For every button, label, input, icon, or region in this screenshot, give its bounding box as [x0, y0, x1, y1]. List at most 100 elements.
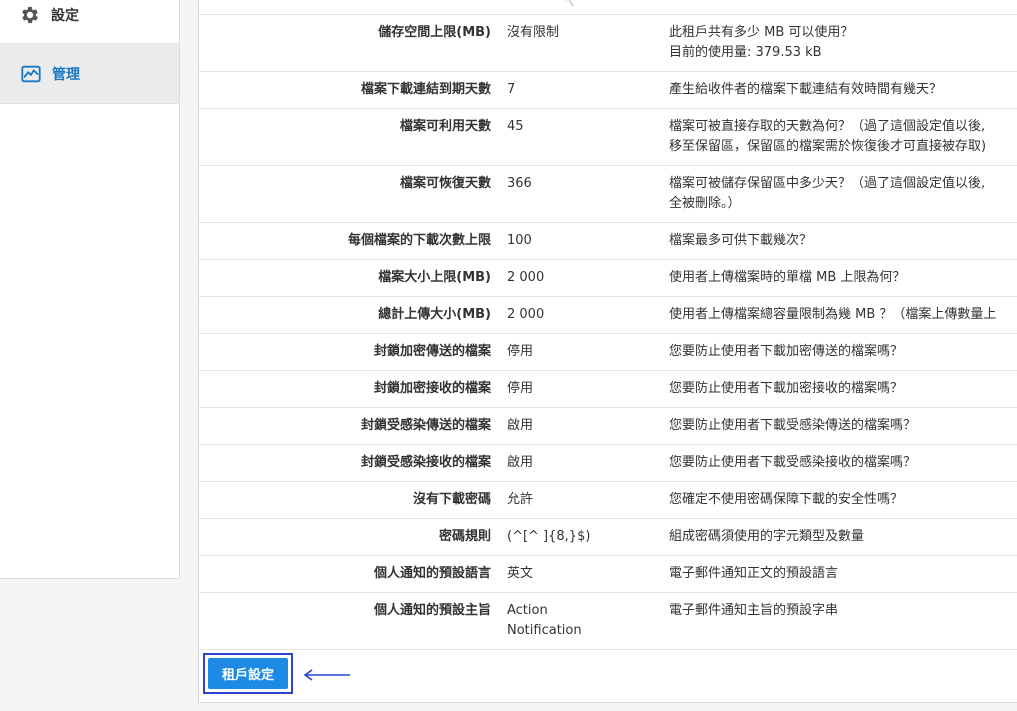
arrow-left-icon	[303, 669, 350, 681]
gear-icon	[19, 4, 41, 26]
setting-description-line: 您確定不使用密碼保障下載的安全性嗎？	[669, 492, 904, 507]
table-row: 檔案下載連結到期天數 7 產生給收件者的檔案下載連結有效時間有幾天？	[199, 71, 1017, 109]
table-row: 密碼規則 (^[^ ]{8,}$) 組成密碼須使用的字元類型及數量	[199, 518, 1017, 556]
setting-value-line: 停用	[507, 381, 534, 396]
setting-description: 產生給收件者的檔案下載連結有效時間有幾天？	[669, 71, 1017, 109]
setting-description-line: 使用者上傳檔案總容量限制為幾 MB ？（檔案上傳數量上	[669, 307, 997, 322]
setting-description-line: 全被刪除。）	[669, 196, 741, 211]
table-row: 封鎖加密傳送的檔案 停用 您要防止使用者下載加密傳送的檔案嗎？	[199, 333, 1017, 371]
table-row: 檔案可恢復天數 366 檔案可被儲存保留區中多少天？（過了這個設定值以後, 全被刪除。…	[199, 165, 1017, 223]
setting-value: 2 000	[507, 296, 669, 334]
setting-value-line: 7	[507, 82, 516, 97]
setting-value-line: 沒有限制	[507, 25, 560, 40]
setting-description: 組成密碼須使用的字元類型及數量	[669, 518, 1017, 556]
setting-description-line: 目前的使用量: 379.53 kB	[669, 45, 822, 60]
setting-description: 檔案可被直接存取的天數為何？（過了這個設定值以後, 移至保留區，保留區的檔案需於恢…	[669, 108, 1017, 166]
sidebar-item-settings[interactable]: 設定	[0, 0, 179, 44]
sidebar-item-label: 設定	[51, 7, 79, 24]
setting-value: 停用	[507, 370, 669, 408]
highlight-box: 租戶設定	[203, 653, 293, 694]
setting-description-line: 您要防止使用者下載加密接收的檔案嗎？	[669, 381, 904, 396]
setting-value: 允許	[507, 481, 669, 519]
setting-name: 封鎖受感染傳送的檔案	[199, 407, 507, 445]
setting-value-line: 停用	[507, 344, 534, 359]
setting-name: 沒有下載密碼	[199, 481, 507, 519]
setting-description-line: 移至保留區，保留區的檔案需於恢復後才可直接被存取)	[669, 139, 987, 154]
setting-name: 個人通知的預設語言	[199, 555, 507, 593]
setting-value: 英文	[507, 555, 669, 593]
setting-value-line: Action	[507, 603, 548, 618]
setting-description: 使用者上傳檔案時的單檔 MB 上限為何？	[669, 259, 1017, 297]
top-strip: ㄟ	[199, 0, 1017, 15]
setting-value-line: 允許	[507, 492, 534, 507]
setting-value: 45	[507, 108, 669, 166]
table-row: 檔案大小上限(MB) 2 000 使用者上傳檔案時的單檔 MB 上限為何？	[199, 259, 1017, 297]
setting-description-line: 電子郵件通知主旨的預設字串	[669, 603, 839, 618]
setting-description-line: 您要防止使用者下載受感染傳送的檔案嗎？	[669, 418, 917, 433]
sidebar-item-label: 管理	[52, 66, 80, 83]
setting-name: 個人通知的預設主旨	[199, 592, 507, 650]
tenant-settings-table: 儲存空間上限(MB) 沒有限制 此租戶共有多少 MB 可以使用？ 目前的使用量: 37…	[199, 15, 1017, 650]
setting-value-line: 366	[507, 176, 532, 191]
setting-description-line: 此租戶共有多少 MB 可以使用？	[669, 25, 854, 40]
table-row: 封鎖加密接收的檔案 停用 您要防止使用者下載加密接收的檔案嗎？	[199, 370, 1017, 408]
setting-description-line: 檔案最多可供下載幾次？	[669, 233, 813, 248]
setting-value-line: 2 000	[507, 307, 545, 322]
table-row: 封鎖受感染傳送的檔案 啟用 您要防止使用者下載受感染傳送的檔案嗎？	[199, 407, 1017, 445]
setting-value-line: 2 000	[507, 270, 545, 285]
table-row: 每個檔案的下載次數上限 100 檔案最多可供下載幾次？	[199, 222, 1017, 260]
setting-name: 儲存空間上限(MB)	[199, 15, 507, 72]
setting-description: 您要防止使用者下載受感染接收的檔案嗎？	[669, 444, 1017, 482]
setting-description: 您要防止使用者下載受感染傳送的檔案嗎？	[669, 407, 1017, 445]
table-row: 封鎖受感染接收的檔案 啟用 您要防止使用者下載受感染接收的檔案嗎？	[199, 444, 1017, 482]
setting-value: 啟用	[507, 407, 669, 445]
setting-value: 沒有限制	[507, 15, 669, 72]
tenant-settings-button[interactable]: 租戶設定	[208, 658, 288, 689]
sidebar-item-manage[interactable]: 管理	[0, 44, 179, 104]
setting-name: 檔案可恢復天數	[199, 165, 507, 223]
setting-name: 封鎖加密接收的檔案	[199, 370, 507, 408]
setting-value-line: Notification	[507, 623, 582, 638]
setting-value: 7	[507, 71, 669, 109]
setting-value-line: 45	[507, 119, 524, 134]
setting-value-line: 啟用	[507, 418, 534, 433]
setting-name: 檔案可利用天數	[199, 108, 507, 166]
setting-description: 電子郵件通知正文的預設語言	[669, 555, 1017, 593]
setting-description-line: 檔案可被直接存取的天數為何？（過了這個設定值以後,	[669, 119, 986, 134]
setting-name: 檔案大小上限(MB)	[199, 259, 507, 297]
setting-description: 使用者上傳檔案總容量限制為幾 MB ？（檔案上傳數量上	[669, 296, 1017, 334]
settings-panel: ㄟ 儲存空間上限(MB) 沒有限制 此租戶共有多少 MB 可以使用？ 目前的使用量: …	[198, 0, 1017, 703]
table-row: 檔案可利用天數 45 檔案可被直接存取的天數為何？（過了這個設定值以後, 移至保留區，…	[199, 108, 1017, 166]
setting-value: Action Notification	[507, 592, 669, 650]
setting-value: 100	[507, 222, 669, 260]
table-row: 沒有下載密碼 允許 您確定不使用密碼保障下載的安全性嗎？	[199, 481, 1017, 519]
table-row: 個人通知的預設語言 英文 電子郵件通知正文的預設語言	[199, 555, 1017, 593]
setting-name: 密碼規則	[199, 518, 507, 556]
setting-description: 檔案可被儲存保留區中多少天？（過了這個設定值以後, 全被刪除。）	[669, 165, 1017, 223]
table-row: 個人通知的預設主旨 Action Notification 電子郵件通知主旨的預設字串	[199, 592, 1017, 650]
truncated-text: ㄟ	[565, 0, 575, 9]
setting-name: 檔案下載連結到期天數	[199, 71, 507, 109]
setting-name: 封鎖受感染接收的檔案	[199, 444, 507, 482]
setting-value-line: 100	[507, 233, 532, 248]
setting-value: 366	[507, 165, 669, 223]
table-row: 儲存空間上限(MB) 沒有限制 此租戶共有多少 MB 可以使用？ 目前的使用量: 37…	[199, 15, 1017, 72]
setting-description: 您確定不使用密碼保障下載的安全性嗎？	[669, 481, 1017, 519]
setting-value-line: (^[^ ]{8,}$)	[507, 529, 591, 544]
setting-description-line: 電子郵件通知正文的預設語言	[669, 566, 839, 581]
setting-description-line: 使用者上傳檔案時的單檔 MB 上限為何？	[669, 270, 906, 285]
setting-description: 檔案最多可供下載幾次？	[669, 222, 1017, 260]
setting-description: 您要防止使用者下載加密傳送的檔案嗎？	[669, 333, 1017, 371]
setting-name: 每個檔案的下載次數上限	[199, 222, 507, 260]
setting-value-line: 英文	[507, 566, 534, 581]
setting-description-line: 產生給收件者的檔案下載連結有效時間有幾天？	[669, 82, 943, 97]
sidebar: 設定 管理	[0, 0, 180, 579]
setting-description-line: 您要防止使用者下載受感染接收的檔案嗎？	[669, 455, 917, 470]
setting-description-line: 您要防止使用者下載加密傳送的檔案嗎？	[669, 344, 904, 359]
setting-name: 總計上傳大小(MB)	[199, 296, 507, 334]
setting-description-line: 檔案可被儲存保留區中多少天？（過了這個設定值以後,	[669, 176, 986, 191]
table-row: 總計上傳大小(MB) 2 000 使用者上傳檔案總容量限制為幾 MB ？（檔案上傳數…	[199, 296, 1017, 334]
setting-value: 2 000	[507, 259, 669, 297]
setting-description-line: 組成密碼須使用的字元類型及數量	[669, 529, 865, 544]
chart-icon	[20, 63, 42, 85]
